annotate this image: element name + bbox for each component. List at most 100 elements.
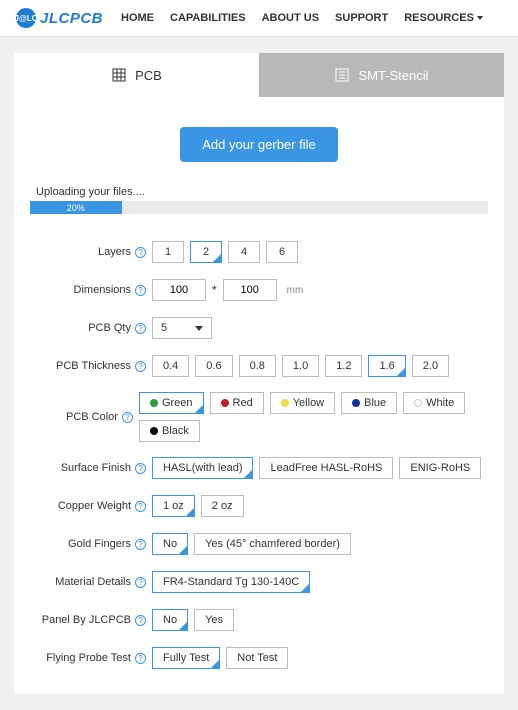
logo-text: JLCPCB <box>40 10 103 27</box>
nav-home[interactable]: HOME <box>121 12 154 24</box>
copper-opt[interactable]: 1 oz <box>152 495 195 517</box>
nav-about[interactable]: ABOUT US <box>262 12 319 24</box>
gold-opt[interactable]: No <box>152 533 188 555</box>
nav-resources[interactable]: RESOURCES <box>404 12 483 24</box>
dimension-width-input[interactable] <box>152 279 206 301</box>
finish-opt[interactable]: ENIG-RoHS <box>399 457 481 479</box>
color-opt-white[interactable]: White <box>403 392 465 414</box>
panel-label: Panel By JLCPCB <box>42 614 131 626</box>
help-icon[interactable]: ? <box>135 463 146 474</box>
help-icon[interactable]: ? <box>135 501 146 512</box>
header: J@LC JLCPCB HOME CAPABILITIES ABOUT US S… <box>0 0 518 37</box>
help-icon[interactable]: ? <box>135 539 146 550</box>
qty-select[interactable]: 5 <box>152 317 212 339</box>
probe-opt[interactable]: Not Test <box>226 647 288 669</box>
color-dot-icon <box>352 399 360 407</box>
gold-opt[interactable]: Yes (45° chamfered border) <box>194 533 351 555</box>
row-copper: Copper Weight? 1 oz 2 oz <box>30 494 488 518</box>
nav-capabilities[interactable]: CAPABILITIES <box>170 12 246 24</box>
nav-support[interactable]: SUPPORT <box>335 12 388 24</box>
help-icon[interactable]: ? <box>135 361 146 372</box>
layers-label: Layers <box>98 246 131 258</box>
color-dot-icon <box>281 399 289 407</box>
row-finish: Surface Finish? HASL(with lead) LeadFree… <box>30 456 488 480</box>
layers-opt-6[interactable]: 6 <box>266 241 298 263</box>
qty-label: PCB Qty <box>88 322 131 334</box>
layers-opt-2[interactable]: 2 <box>190 241 222 263</box>
row-probe: Flying Probe Test? Fully Test Not Test <box>30 646 488 670</box>
color-opt-blue[interactable]: Blue <box>341 392 397 414</box>
chevron-down-icon <box>195 326 203 331</box>
thickness-opt[interactable]: 1.0 <box>282 355 319 377</box>
panel-opt[interactable]: No <box>152 609 188 631</box>
caret-down-icon <box>477 16 483 20</box>
tab-pcb[interactable]: PCB <box>14 53 259 97</box>
tab-stencil-label: SMT-Stencil <box>358 68 428 83</box>
copper-opt[interactable]: 2 oz <box>201 495 244 517</box>
color-dot-icon <box>150 399 158 407</box>
panel-opt[interactable]: Yes <box>194 609 234 631</box>
thickness-opt[interactable]: 0.8 <box>239 355 276 377</box>
layers-opt-4[interactable]: 4 <box>228 241 260 263</box>
row-color: PCB Color? Green Red Yellow Blue White B… <box>30 392 488 442</box>
page: PCB SMT-Stencil Add your gerber file Upl… <box>0 37 518 710</box>
color-opt-green[interactable]: Green <box>139 392 204 414</box>
row-thickness: PCB Thickness? 0.4 0.6 0.8 1.0 1.2 1.6 2… <box>30 354 488 378</box>
color-dot-icon <box>414 399 422 407</box>
row-dimensions: Dimensions? * mm <box>30 278 488 302</box>
row-gold: Gold Fingers? No Yes (45° chamfered bord… <box>30 532 488 556</box>
tab-stencil[interactable]: SMT-Stencil <box>259 53 504 97</box>
color-opt-red[interactable]: Red <box>210 392 264 414</box>
probe-label: Flying Probe Test <box>46 652 131 664</box>
progress-bar-track: 20% <box>30 201 488 214</box>
color-dot-icon <box>150 427 158 435</box>
logo[interactable]: J@LC JLCPCB <box>16 8 103 28</box>
row-material: Material Details? FR4-Standard Tg 130-14… <box>30 570 488 594</box>
thickness-label: PCB Thickness <box>56 360 131 372</box>
pcb-icon <box>111 67 127 83</box>
dimensions-label: Dimensions <box>74 284 131 296</box>
nav: HOME CAPABILITIES ABOUT US SUPPORT RESOU… <box>121 12 483 24</box>
logo-icon: J@LC <box>16 8 36 28</box>
row-qty: PCB Qty? 5 <box>30 316 488 340</box>
help-icon[interactable]: ? <box>135 285 146 296</box>
help-icon[interactable]: ? <box>135 615 146 626</box>
color-dot-icon <box>221 399 229 407</box>
stencil-icon <box>334 67 350 83</box>
gold-label: Gold Fingers <box>68 538 131 550</box>
color-opt-black[interactable]: Black <box>139 420 200 442</box>
probe-opt[interactable]: Fully Test <box>152 647 220 669</box>
thickness-opt[interactable]: 1.2 <box>325 355 362 377</box>
layers-opt-1[interactable]: 1 <box>152 241 184 263</box>
dimension-mult: * <box>212 283 217 297</box>
dimension-unit: mm <box>287 285 304 296</box>
dimension-height-input[interactable] <box>223 279 277 301</box>
tab-pcb-label: PCB <box>135 68 162 83</box>
copper-label: Copper Weight <box>58 500 131 512</box>
help-icon[interactable]: ? <box>122 412 133 423</box>
thickness-opt[interactable]: 1.6 <box>368 355 405 377</box>
thickness-opt[interactable]: 0.4 <box>152 355 189 377</box>
tabs: PCB SMT-Stencil <box>14 53 504 97</box>
material-opt[interactable]: FR4-Standard Tg 130-140C <box>152 571 310 593</box>
progress-bar-fill: 20% <box>30 201 122 214</box>
qty-value: 5 <box>161 322 167 334</box>
help-icon[interactable]: ? <box>135 577 146 588</box>
add-gerber-button[interactable]: Add your gerber file <box>180 127 337 162</box>
content: Add your gerber file Uploading your file… <box>14 97 504 694</box>
upload-status: Uploading your files.... <box>36 186 488 198</box>
finish-label: Surface Finish <box>61 462 131 474</box>
row-panel: Panel By JLCPCB? No Yes <box>30 608 488 632</box>
material-label: Material Details <box>55 576 131 588</box>
thickness-opt[interactable]: 0.6 <box>195 355 232 377</box>
thickness-opt[interactable]: 2.0 <box>412 355 449 377</box>
finish-opt[interactable]: HASL(with lead) <box>152 457 253 479</box>
color-opt-yellow[interactable]: Yellow <box>270 392 335 414</box>
nav-resources-label: RESOURCES <box>404 12 474 24</box>
color-label: PCB Color <box>66 411 118 423</box>
help-icon[interactable]: ? <box>135 653 146 664</box>
help-icon[interactable]: ? <box>135 323 146 334</box>
finish-opt[interactable]: LeadFree HASL-RoHS <box>259 457 393 479</box>
help-icon[interactable]: ? <box>135 247 146 258</box>
row-layers: Layers? 1 2 4 6 <box>30 240 488 264</box>
